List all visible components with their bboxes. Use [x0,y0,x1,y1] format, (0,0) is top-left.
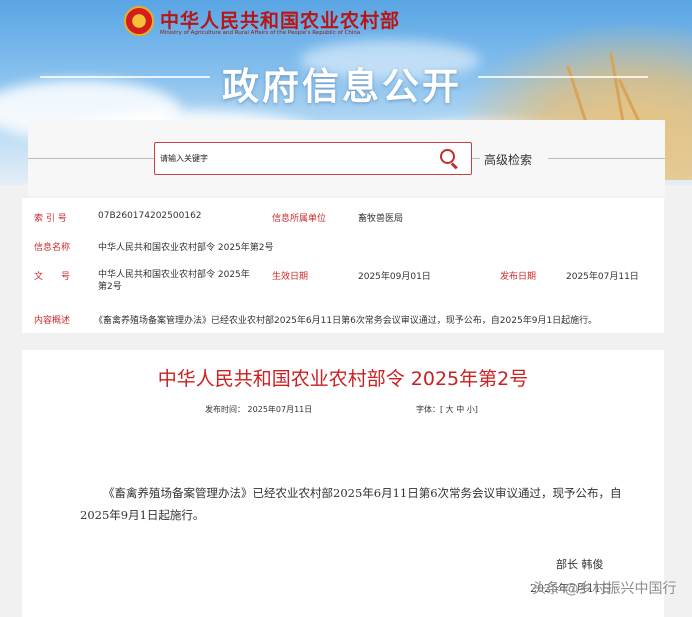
section-title: 政府信息公开 [222,64,462,108]
search-panel: 高级检索 [28,120,665,196]
ministry-name: 中华人民共和国农业农村部 [160,10,401,32]
document-number-value: 中华人民共和国农业农村部令 2025年第2号 [98,270,250,292]
publish-time-value: 2025年07月11日 [247,405,313,414]
info-name-value: 中华人民共和国农业农村部令 2025年第2号 [98,243,274,253]
effective-date-value: 2025年09月01日 [358,272,431,282]
advanced-search-link[interactable]: 高级检索 [484,151,532,168]
organization-value: 畜牧兽医局 [358,214,404,224]
search-divider-right [548,158,665,159]
publish-time: 发布时间： 2025年07月11日 [205,404,312,415]
document-info-table: 索 引 号 07B260174202500162 信息所属单位 畜牧兽医局 信息… [22,198,664,333]
publish-date-value: 2025年07月11日 [566,272,639,282]
document-number-label: 文 号 [34,272,71,282]
publish-date-label: 发布日期 [500,272,537,282]
national-emblem-icon [124,6,154,36]
font-size-selector: 字体：[ 大 中 小] [416,404,478,415]
document-body: 《畜禽养殖场备案管理办法》已经农业农村部2025年6月11日第6次常务会议审议通… [80,486,622,522]
font-small-link[interactable]: 小 [467,405,475,414]
index-number-value: 07B260174202500162 [98,211,202,221]
document-title: 中华人民共和国农业农村部令 2025年第2号 [157,368,529,390]
info-name-label: 信息名称 [34,243,71,253]
effective-date-label: 生效日期 [272,272,309,282]
watermark: 头条 @乡村振兴中国行 [532,581,677,597]
search-divider-left [28,158,154,159]
font-size-label: 字体： [416,405,440,414]
index-number-label: 索 引 号 [34,214,67,224]
signature: 部长 韩俊 [556,558,604,571]
search-input[interactable] [157,145,427,172]
font-bracket-open: [ [440,405,444,414]
summary-label: 内容概述 [34,316,71,326]
search-divider-mid [472,158,480,159]
organization-label: 信息所属单位 [272,214,327,224]
title-divider-left [40,76,210,78]
title-divider-right [478,76,648,78]
search-box [154,142,472,175]
document-content: 中华人民共和国农业农村部令 2025年第2号 发布时间： 2025年07月11日… [22,350,676,617]
search-button[interactable] [437,147,461,171]
font-large-link[interactable]: 大 [446,405,454,414]
ministry-name-en: Ministry of Agriculture and Rural Affair… [160,30,361,36]
summary-value: 《畜禽养殖场备案管理办法》已经农业农村部2025年6月11日第6次常务会议审议通… [94,316,598,326]
search-icon-handle [451,162,458,170]
font-medium-link[interactable]: 中 [456,405,464,414]
font-bracket-close: ] [474,405,478,414]
publish-time-label: 发布时间： [205,405,245,414]
